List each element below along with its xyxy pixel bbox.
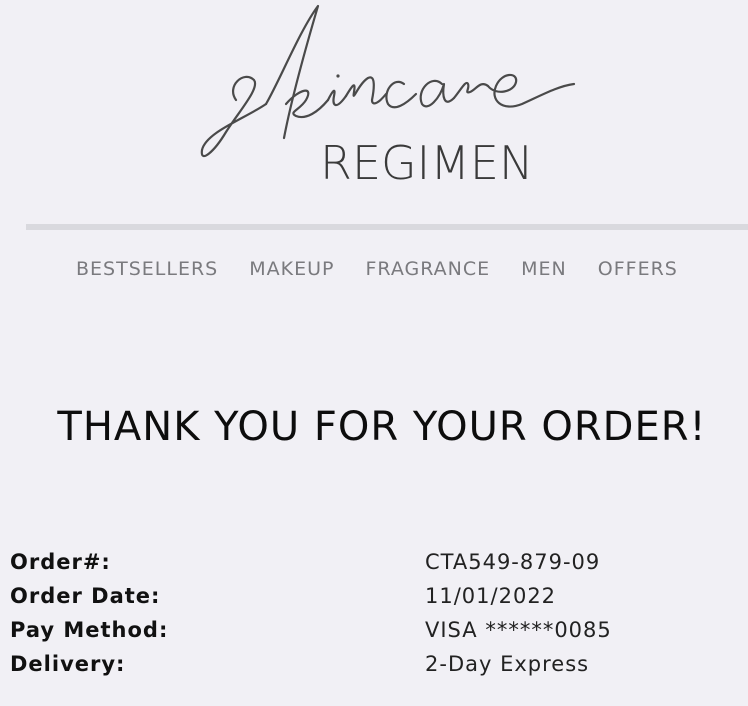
nav-item-fragrance[interactable]: FRAGRANCE bbox=[365, 258, 490, 280]
nav-item-offers[interactable]: OFFERS bbox=[598, 258, 678, 280]
order-number-row: Order#: CTA549-879-09 bbox=[10, 550, 710, 584]
order-details: Order#: CTA549-879-09 Order Date: 11/01/… bbox=[10, 550, 710, 686]
main-nav: BESTSELLERS MAKEUP FRAGRANCE MEN OFFERS bbox=[76, 258, 678, 280]
pay-method-label: Pay Method: bbox=[10, 618, 169, 642]
logo-wordmark: REGIMEN bbox=[320, 136, 534, 190]
pay-method-row: Pay Method: VISA ******0085 bbox=[10, 618, 710, 652]
delivery-value: 2-Day Express bbox=[425, 652, 590, 676]
header-divider bbox=[26, 224, 748, 230]
order-number-label: Order#: bbox=[10, 550, 111, 574]
nav-item-makeup[interactable]: MAKEUP bbox=[249, 258, 334, 280]
brand-logo[interactable]: REGIMEN bbox=[196, 0, 586, 200]
order-date-value: 11/01/2022 bbox=[425, 584, 557, 608]
delivery-row: Delivery: 2-Day Express bbox=[10, 652, 710, 686]
delivery-label: Delivery: bbox=[10, 652, 126, 676]
confirmation-heading: THANK YOU FOR YOUR ORDER! bbox=[57, 404, 707, 450]
nav-item-bestsellers[interactable]: BESTSELLERS bbox=[76, 258, 218, 280]
nav-item-men[interactable]: MEN bbox=[521, 258, 567, 280]
order-date-label: Order Date: bbox=[10, 584, 161, 608]
order-number-value: CTA549-879-09 bbox=[425, 550, 601, 574]
order-date-row: Order Date: 11/01/2022 bbox=[10, 584, 710, 618]
pay-method-value: VISA ******0085 bbox=[425, 618, 612, 642]
